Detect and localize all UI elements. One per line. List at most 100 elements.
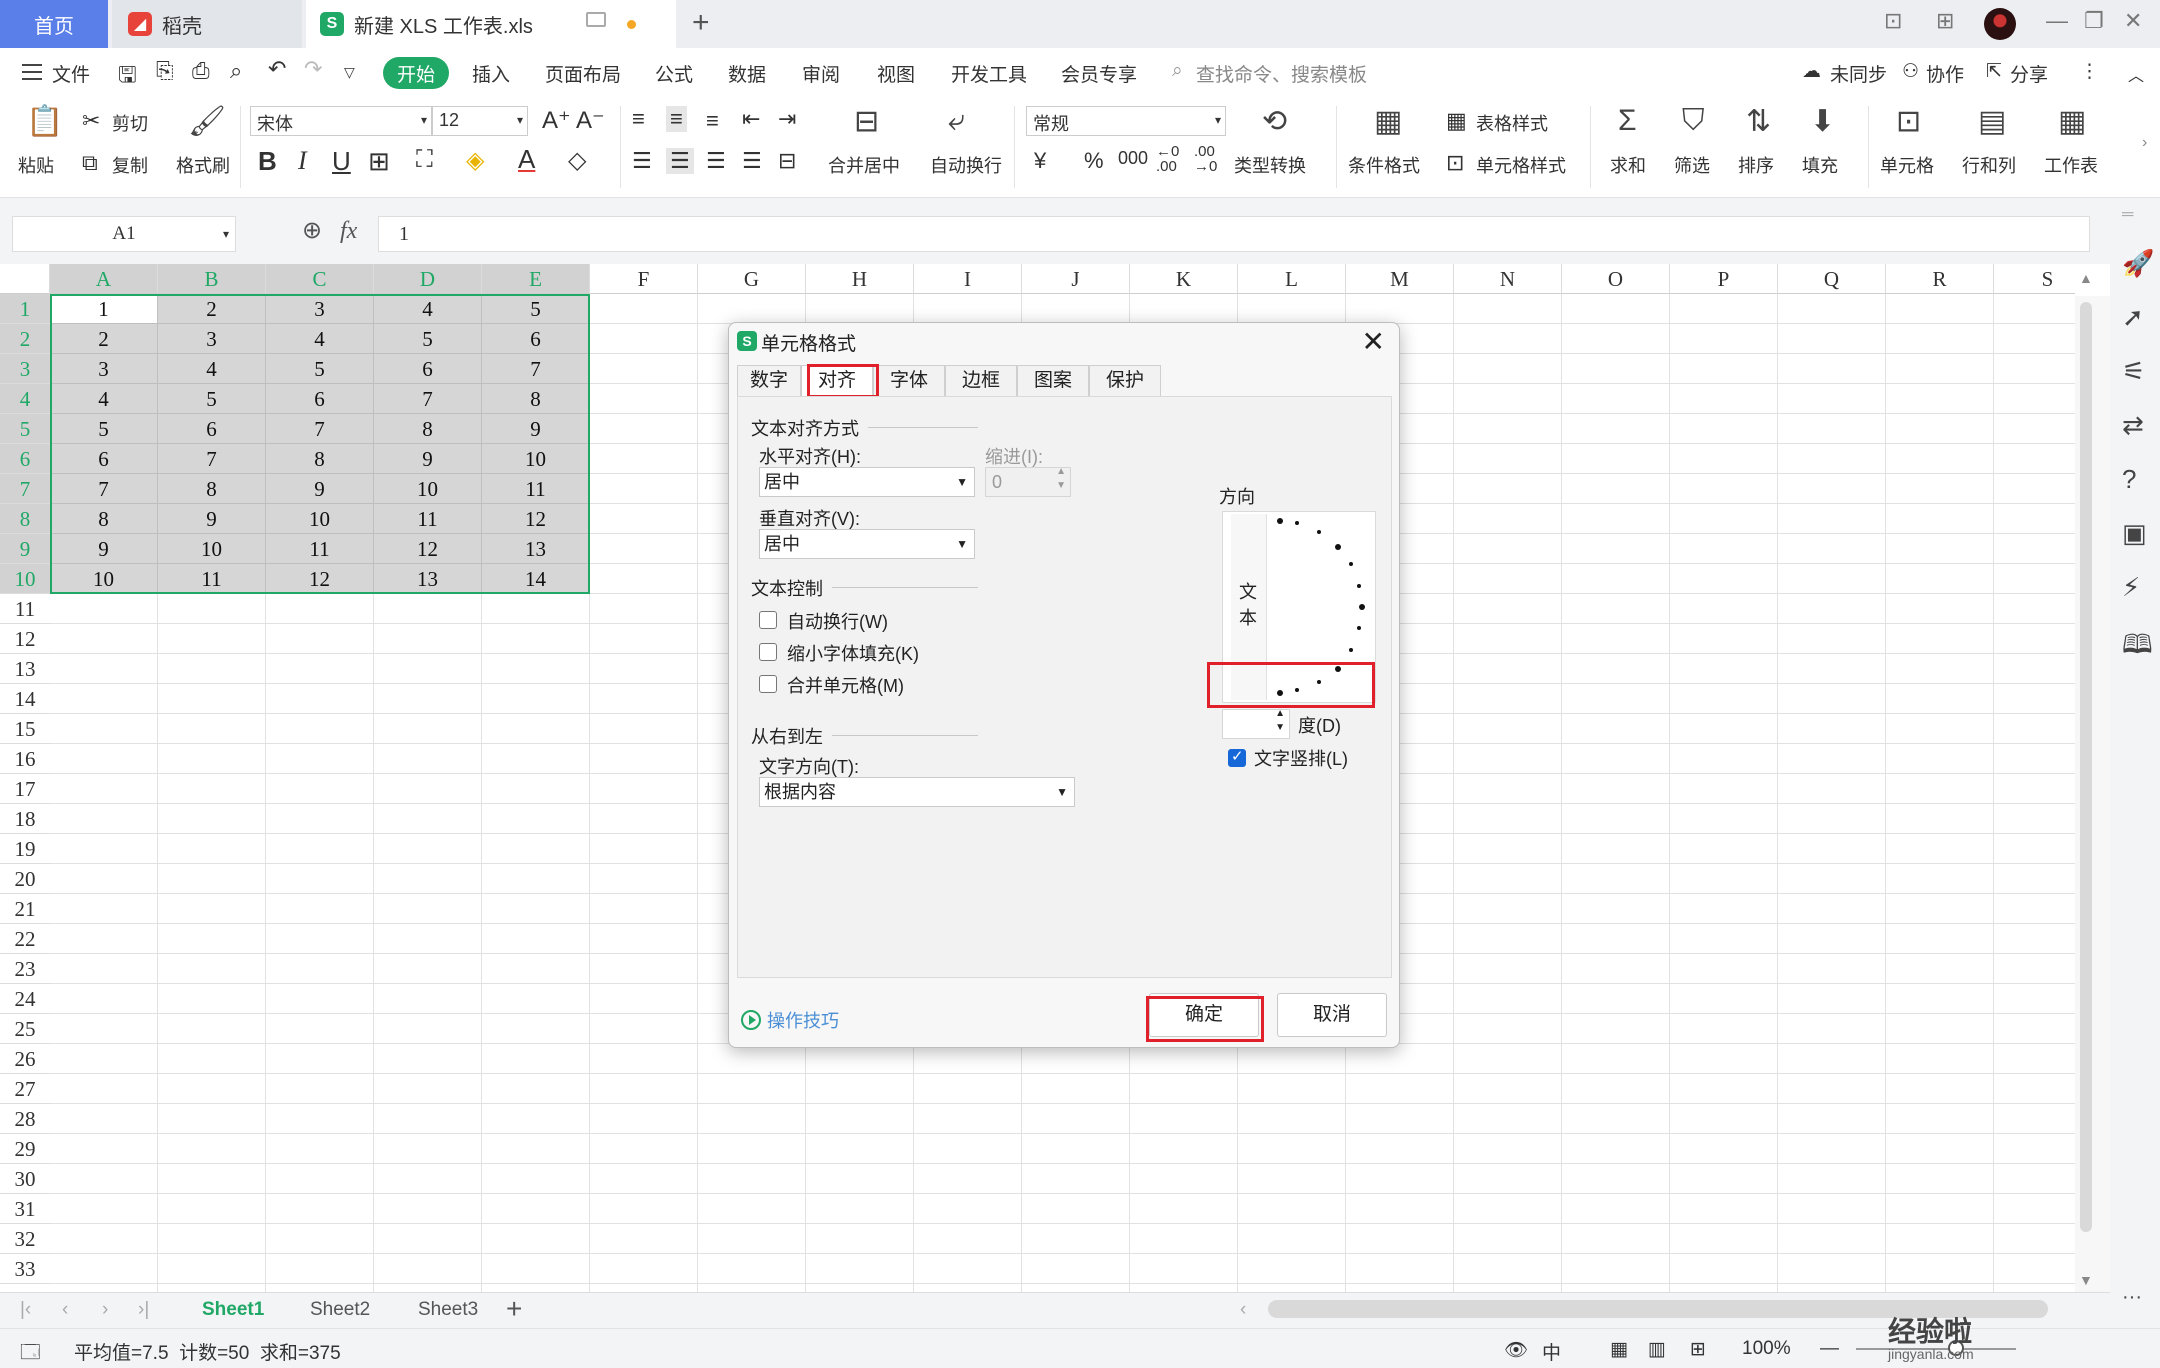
- cell[interactable]: 6: [266, 384, 374, 414]
- cell[interactable]: 8: [50, 504, 158, 534]
- wrap-text-label[interactable]: 自动换行(W): [787, 608, 888, 634]
- distribute-icon[interactable]: ⊟: [778, 148, 796, 174]
- menu-page-layout[interactable]: 页面布局: [545, 60, 621, 87]
- cancel-button[interactable]: 取消: [1277, 993, 1387, 1037]
- border-icon[interactable]: ⊞: [368, 146, 390, 177]
- monitor-icon[interactable]: [586, 12, 606, 27]
- row-col-button[interactable]: 行和列: [1962, 152, 2016, 178]
- row-header[interactable]: 11: [0, 594, 50, 624]
- row-header[interactable]: 10: [0, 564, 50, 594]
- cell[interactable]: 8: [374, 414, 482, 444]
- row-header[interactable]: 20: [0, 864, 50, 894]
- menu-dev-tools[interactable]: 开发工具: [951, 60, 1027, 87]
- sheet-tab-1[interactable]: Sheet1: [202, 1299, 264, 1321]
- degree-spinner[interactable]: ▲ ▼: [1222, 708, 1290, 739]
- sync-status[interactable]: 未同步: [1830, 60, 1887, 87]
- clear-format-icon[interactable]: ◇: [568, 146, 586, 175]
- worksheet-button[interactable]: 工作表: [2044, 152, 2098, 178]
- cell[interactable]: 13: [482, 534, 590, 564]
- cell[interactable]: 10: [482, 444, 590, 474]
- tab-number[interactable]: 数字: [737, 365, 801, 397]
- cell[interactable]: 8: [482, 384, 590, 414]
- select-all-corner[interactable]: [0, 264, 50, 294]
- type-convert-icon[interactable]: ⟲: [1262, 104, 1287, 139]
- cell[interactable]: 5: [158, 384, 266, 414]
- row-header[interactable]: 16: [0, 744, 50, 774]
- save-icon[interactable]: 🖫: [118, 58, 137, 96]
- cell-icon[interactable]: ⊡: [1896, 104, 1921, 139]
- page-break-view-icon[interactable]: ⊞: [1690, 1338, 1706, 1361]
- share-button[interactable]: 分享: [2010, 60, 2048, 87]
- justify-icon[interactable]: ☰: [742, 148, 762, 174]
- sort-button[interactable]: 排序: [1738, 152, 1774, 178]
- column-header[interactable]: M: [1346, 264, 1454, 294]
- h-align-select[interactable]: 居中 ▼: [759, 467, 975, 497]
- cell[interactable]: 7: [50, 474, 158, 504]
- increase-font-icon[interactable]: A⁺: [542, 106, 571, 135]
- cell[interactable]: 9: [482, 414, 590, 444]
- eye-protect-icon[interactable]: 👁: [1504, 1338, 1528, 1362]
- command-search[interactable]: 查找命令、搜索模板: [1196, 60, 1367, 87]
- menu-start[interactable]: 开始: [383, 57, 449, 89]
- chart-icon[interactable]: ▣: [2122, 518, 2147, 549]
- merge-center-button[interactable]: 合并居中: [828, 152, 900, 178]
- decrease-decimal-icon[interactable]: .00 →0: [1194, 144, 1217, 174]
- row-header[interactable]: 32: [0, 1224, 50, 1254]
- column-header[interactable]: K: [1130, 264, 1238, 294]
- merge-cells-label[interactable]: 合并单元格(M): [787, 672, 904, 698]
- column-header[interactable]: L: [1238, 264, 1346, 294]
- restore-icon[interactable]: ❐: [2084, 8, 2104, 34]
- smart-icon[interactable]: ⚡: [2122, 572, 2140, 603]
- column-header[interactable]: J: [1022, 264, 1130, 294]
- column-header[interactable]: F: [590, 264, 698, 294]
- row-header[interactable]: 31: [0, 1194, 50, 1224]
- column-header[interactable]: C: [266, 264, 374, 294]
- collaborate-button[interactable]: 协作: [1926, 60, 1964, 87]
- decrease-indent-icon[interactable]: ⇤: [742, 106, 760, 132]
- row-header[interactable]: 4: [0, 384, 50, 414]
- row-header[interactable]: 26: [0, 1044, 50, 1074]
- increase-indent-icon[interactable]: ⇥: [778, 106, 796, 132]
- tips-link[interactable]: 操作技巧: [741, 1007, 839, 1033]
- cell[interactable]: 8: [158, 474, 266, 504]
- collapse-ribbon-icon[interactable]: ︿: [2128, 62, 2144, 86]
- number-format-select[interactable]: 常规 ▾: [1026, 106, 1226, 136]
- column-header[interactable]: G: [698, 264, 806, 294]
- row-header[interactable]: 8: [0, 504, 50, 534]
- vertical-scroll-thumb[interactable]: [2080, 302, 2092, 1232]
- indent-spinner[interactable]: 0 ▲ ▼: [985, 466, 1071, 497]
- column-header[interactable]: R: [1886, 264, 1994, 294]
- align-middle-icon[interactable]: ≡: [666, 106, 687, 132]
- row-header[interactable]: 13: [0, 654, 50, 684]
- row-header[interactable]: 22: [0, 924, 50, 954]
- book-icon[interactable]: 🕮: [2122, 626, 2153, 670]
- quick-access-dropdown-icon[interactable]: ▽: [344, 64, 355, 81]
- worksheet-icon[interactable]: ▦: [2058, 104, 2086, 139]
- fill-button[interactable]: 填充: [1802, 152, 1838, 178]
- cell[interactable]: 9: [266, 474, 374, 504]
- minimize-icon[interactable]: —: [2046, 8, 2068, 34]
- menu-member[interactable]: 会员专享: [1061, 60, 1137, 87]
- close-icon[interactable]: ✕: [1362, 325, 1385, 358]
- row-header[interactable]: 29: [0, 1134, 50, 1164]
- cell[interactable]: 10: [50, 564, 158, 594]
- cell[interactable]: 12: [266, 564, 374, 594]
- column-header[interactable]: S: [1994, 264, 2075, 294]
- row-header[interactable]: 25: [0, 1014, 50, 1044]
- tab-font[interactable]: 字体: [873, 365, 945, 397]
- column-header[interactable]: A: [50, 264, 158, 294]
- row-header[interactable]: 1: [0, 294, 50, 324]
- cut-icon[interactable]: ✂: [82, 108, 100, 134]
- fill-color-icon[interactable]: ◈: [466, 146, 484, 175]
- fill-icon[interactable]: ⬇: [1810, 104, 1835, 139]
- hscroll-left-icon[interactable]: ‹: [1240, 1299, 1246, 1321]
- scroll-down-icon[interactable]: ▼: [2079, 1272, 2093, 1288]
- cell-style-button[interactable]: 单元格样式: [1476, 152, 1566, 178]
- column-header[interactable]: Q: [1778, 264, 1886, 294]
- align-right-icon[interactable]: ☰: [706, 148, 726, 174]
- ribbon-scroll-right-icon[interactable]: ›: [2142, 134, 2147, 152]
- italic-icon[interactable]: I: [298, 146, 307, 176]
- more-dots-icon[interactable]: ···: [2122, 1286, 2142, 1309]
- undo-icon[interactable]: ↶: [268, 56, 286, 82]
- paste-button[interactable]: 粘贴: [18, 152, 54, 178]
